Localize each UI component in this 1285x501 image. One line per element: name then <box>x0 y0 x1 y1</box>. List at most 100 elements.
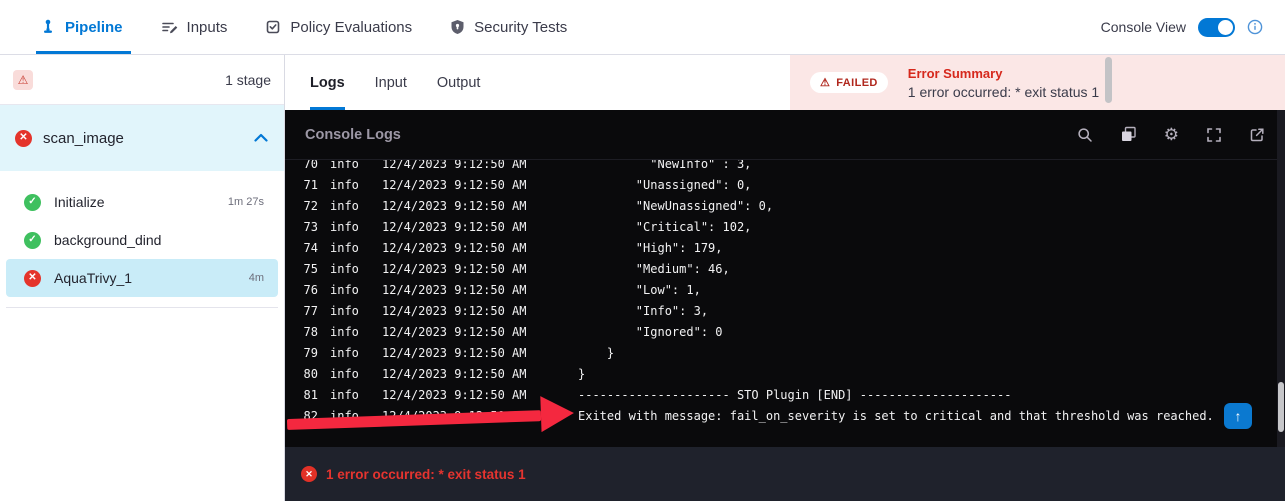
step-row-background-dind[interactable]: ✓ background_dind <box>6 221 278 259</box>
log-timestamp: 12/4/2023 9:12:50 AM <box>382 259 566 280</box>
scrollbar-thumb[interactable] <box>1278 382 1284 432</box>
log-level: info <box>330 385 370 406</box>
log-line: 71 info 12/4/2023 9:12:50 AM "Unassigned… <box>285 175 1277 196</box>
divider <box>6 307 278 308</box>
log-timestamp: 12/4/2023 9:12:50 AM <box>382 343 566 364</box>
inputs-icon <box>161 19 178 35</box>
console-scrollbar[interactable] <box>1277 110 1285 447</box>
log-line-number: 76 <box>297 280 318 301</box>
log-line-number: 75 <box>297 259 318 280</box>
console-header: Console Logs ⚙ <box>285 110 1285 160</box>
log-line-number: 71 <box>297 175 318 196</box>
nav-tab-inputs[interactable]: Inputs <box>161 0 228 54</box>
error-summary-message: 1 error occurred: * exit status 1 <box>908 84 1099 100</box>
failed-status-icon: ✕ <box>15 130 32 147</box>
footer-error-text: 1 error occurred: * exit status 1 <box>326 467 526 482</box>
nav-right-controls: Console View <box>1101 18 1263 37</box>
policy-check-icon <box>265 19 281 35</box>
nav-tab-policy-evaluations[interactable]: Policy Evaluations <box>265 0 412 54</box>
log-line: 76 info 12/4/2023 9:12:50 AM "Low": 1, <box>285 280 1277 301</box>
log-timestamp: 12/4/2023 9:12:50 AM <box>382 301 566 322</box>
log-message: } <box>578 364 1277 385</box>
copy-icon[interactable] <box>1120 126 1137 143</box>
log-timestamp: 12/4/2023 9:12:50 AM <box>382 175 566 196</box>
console-logs-panel: Console Logs ⚙ 70 info 12/4/2023 9:12:50… <box>285 110 1285 447</box>
log-line: 78 info 12/4/2023 9:12:50 AM "Ignored": … <box>285 322 1277 343</box>
failed-status-icon: ✕ <box>24 270 41 287</box>
log-message: "Medium": 46, <box>578 259 1277 280</box>
detail-tabs-row: Logs Input Output ⚠ FAILED Error Summary… <box>285 55 1285 110</box>
console-view-label: Console View <box>1101 19 1186 35</box>
log-level: info <box>330 322 370 343</box>
log-line: 74 info 12/4/2023 9:12:50 AM "High": 179… <box>285 238 1277 259</box>
log-line: 73 info 12/4/2023 9:12:50 AM "Critical":… <box>285 217 1277 238</box>
log-line-number: 79 <box>297 343 318 364</box>
execution-sidebar: ⚠ 1 stage ✕ scan_image ✓ Initialize 1m 2… <box>0 55 285 501</box>
log-line-number: 70 <box>297 160 318 175</box>
log-message: "NewUnassigned": 0, <box>578 196 1277 217</box>
console-toolbar: ⚙ <box>1077 126 1265 143</box>
stage-row-scan-image[interactable]: ✕ scan_image <box>0 105 284 171</box>
step-name: Initialize <box>54 194 105 210</box>
open-in-new-icon[interactable] <box>1249 127 1265 143</box>
log-line: 72 info 12/4/2023 9:12:50 AM "NewUnassig… <box>285 196 1277 217</box>
log-line: 82 info 12/4/2023 9:12:50 AM Exited with… <box>285 406 1277 427</box>
step-name: background_dind <box>54 232 161 248</box>
nav-tab-label: Inputs <box>187 19 228 36</box>
nav-tab-label: Policy Evaluations <box>290 19 412 36</box>
log-message: "Critical": 102, <box>578 217 1277 238</box>
success-status-icon: ✓ <box>24 194 41 211</box>
info-icon[interactable] <box>1247 19 1263 35</box>
log-level: info <box>330 217 370 238</box>
log-message: "NewInfo" : 3, <box>578 160 1277 175</box>
nav-tab-security-tests[interactable]: Security Tests <box>450 0 567 54</box>
fullscreen-icon[interactable] <box>1206 127 1222 143</box>
step-name: AquaTrivy_1 <box>54 270 132 286</box>
pipeline-icon <box>40 19 56 35</box>
log-level: info <box>330 343 370 364</box>
log-line-number: 77 <box>297 301 318 322</box>
console-title: Console Logs <box>305 127 401 143</box>
log-level: info <box>330 280 370 301</box>
log-message: "Ignored": 0 <box>578 322 1277 343</box>
log-line-number: 73 <box>297 217 318 238</box>
warning-icon[interactable]: ⚠ <box>13 70 33 90</box>
scroll-to-top-button[interactable]: ↑ <box>1224 403 1252 429</box>
success-status-icon: ✓ <box>24 232 41 249</box>
log-line: 80 info 12/4/2023 9:12:50 AM } <box>285 364 1277 385</box>
tab-logs[interactable]: Logs <box>310 55 345 110</box>
log-viewport[interactable]: 70 info 12/4/2023 9:12:50 AM "NewInfo" :… <box>285 160 1277 447</box>
step-row-initialize[interactable]: ✓ Initialize 1m 27s <box>6 183 278 221</box>
log-timestamp: 12/4/2023 9:12:50 AM <box>382 406 566 427</box>
top-navigation: Pipeline Inputs Policy Evaluations Secur… <box>0 0 1285 55</box>
toggle-knob <box>1218 20 1233 35</box>
step-list: ✓ Initialize 1m 27s ✓ background_dind ✕ … <box>0 171 284 308</box>
log-line-number: 80 <box>297 364 318 385</box>
log-timestamp: 12/4/2023 9:12:50 AM <box>382 385 566 406</box>
tab-input[interactable]: Input <box>375 55 407 110</box>
log-level: info <box>330 175 370 196</box>
chevron-up-icon[interactable] <box>253 132 269 144</box>
error-summary-scrollbar[interactable] <box>1105 57 1112 103</box>
log-line-number: 81 <box>297 385 318 406</box>
search-icon[interactable] <box>1077 127 1093 143</box>
error-summary-panel: ⚠ FAILED Error Summary 1 error occurred:… <box>790 55 1285 110</box>
log-line-number: 72 <box>297 196 318 217</box>
step-row-aquatrivy[interactable]: ✕ AquaTrivy_1 4m <box>6 259 278 297</box>
console-view-toggle[interactable] <box>1198 18 1235 37</box>
tab-output[interactable]: Output <box>437 55 481 110</box>
log-message: "High": 179, <box>578 238 1277 259</box>
nav-tab-pipeline[interactable]: Pipeline <box>40 0 123 54</box>
nav-tab-label: Pipeline <box>65 19 123 36</box>
step-duration: 1m 27s <box>228 196 264 208</box>
log-level: info <box>330 238 370 259</box>
log-level: info <box>330 406 370 427</box>
log-message: --------------------- STO Plugin [END] -… <box>578 385 1277 406</box>
log-line-number: 78 <box>297 322 318 343</box>
log-line: 79 info 12/4/2023 9:12:50 AM } <box>285 343 1277 364</box>
log-line: 75 info 12/4/2023 9:12:50 AM "Medium": 4… <box>285 259 1277 280</box>
error-summary-title: Error Summary <box>908 66 1099 81</box>
log-level: info <box>330 301 370 322</box>
gear-icon[interactable]: ⚙ <box>1164 126 1179 143</box>
error-circle-icon: ✕ <box>301 466 317 482</box>
